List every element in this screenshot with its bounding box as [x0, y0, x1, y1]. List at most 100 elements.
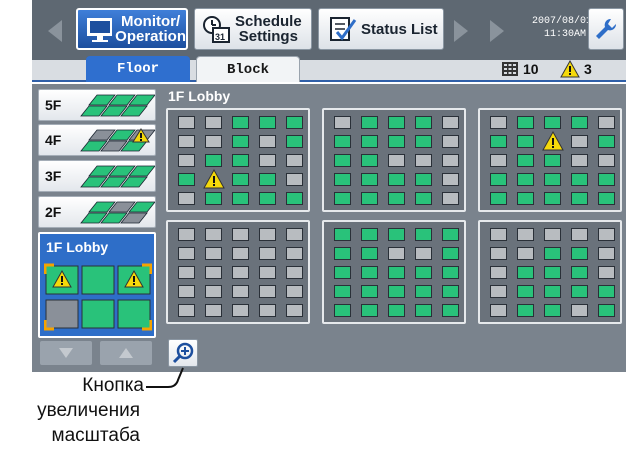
unit-on[interactable]	[598, 285, 615, 298]
unit-off[interactable]	[259, 154, 276, 167]
unit-on[interactable]	[361, 173, 378, 186]
unit-on[interactable]	[415, 285, 432, 298]
unit-on[interactable]	[517, 304, 534, 317]
unit-off[interactable]	[598, 116, 615, 129]
unit-on[interactable]	[415, 192, 432, 205]
unit-on[interactable]	[442, 228, 459, 241]
unit-off[interactable]	[232, 228, 249, 241]
unit-on[interactable]	[286, 192, 303, 205]
unit-off[interactable]	[571, 135, 588, 148]
unit-off[interactable]	[205, 116, 222, 129]
unit-on[interactable]	[415, 173, 432, 186]
unit-off[interactable]	[286, 154, 303, 167]
unit-on[interactable]	[388, 116, 405, 129]
unit-on[interactable]	[286, 116, 303, 129]
unit-on[interactable]	[571, 116, 588, 129]
unit-block-1[interactable]	[166, 108, 310, 212]
unit-on[interactable]	[415, 304, 432, 317]
unit-off[interactable]	[205, 228, 222, 241]
unit-off[interactable]	[415, 154, 432, 167]
unit-off[interactable]	[334, 116, 351, 129]
unit-on[interactable]	[598, 304, 615, 317]
nav-back-arrow-icon[interactable]	[44, 10, 66, 52]
nav-forward-end-arrow-icon[interactable]	[486, 10, 508, 52]
floor-button-4f[interactable]: 4F	[38, 124, 156, 156]
unit-off[interactable]	[178, 192, 195, 205]
unit-on[interactable]	[571, 173, 588, 186]
unit-on[interactable]	[232, 192, 249, 205]
unit-on[interactable]	[544, 116, 561, 129]
unit-on[interactable]	[598, 192, 615, 205]
unit-off[interactable]	[442, 192, 459, 205]
unit-off[interactable]	[571, 304, 588, 317]
unit-on[interactable]	[259, 192, 276, 205]
unit-on[interactable]	[544, 247, 561, 260]
unit-on[interactable]	[415, 228, 432, 241]
unit-off[interactable]	[232, 304, 249, 317]
unit-off[interactable]	[178, 135, 195, 148]
unit-off[interactable]	[490, 154, 507, 167]
unit-off[interactable]	[205, 285, 222, 298]
unit-on[interactable]	[442, 285, 459, 298]
unit-on[interactable]	[334, 135, 351, 148]
unit-off[interactable]	[259, 304, 276, 317]
unit-off[interactable]	[178, 266, 195, 279]
unit-off[interactable]	[598, 247, 615, 260]
unit-on[interactable]	[388, 135, 405, 148]
unit-off[interactable]	[442, 173, 459, 186]
unit-off[interactable]	[178, 228, 195, 241]
unit-off[interactable]	[490, 116, 507, 129]
unit-on[interactable]	[232, 173, 249, 186]
unit-on[interactable]	[490, 173, 507, 186]
unit-on[interactable]	[361, 228, 378, 241]
unit-on[interactable]	[442, 266, 459, 279]
unit-on[interactable]	[286, 135, 303, 148]
unit-on[interactable]	[415, 266, 432, 279]
floor-button-1f-lobby[interactable]: 1F Lobby	[38, 232, 156, 338]
unit-on[interactable]	[361, 304, 378, 317]
unit-off[interactable]	[442, 135, 459, 148]
unit-off[interactable]	[490, 285, 507, 298]
unit-off[interactable]	[598, 266, 615, 279]
unit-on[interactable]	[334, 304, 351, 317]
unit-on[interactable]	[490, 135, 507, 148]
unit-on[interactable]	[571, 247, 588, 260]
unit-on[interactable]	[259, 116, 276, 129]
unit-off[interactable]	[388, 247, 405, 260]
unit-off[interactable]	[178, 116, 195, 129]
unit-on[interactable]	[334, 285, 351, 298]
monitor-operation-button[interactable]: Monitor/ Operation	[76, 8, 188, 50]
unit-on[interactable]	[571, 192, 588, 205]
unit-on[interactable]	[388, 228, 405, 241]
unit-on[interactable]	[388, 192, 405, 205]
schedule-settings-button[interactable]: 31 Schedule Settings	[194, 8, 312, 50]
unit-on[interactable]	[544, 285, 561, 298]
unit-on[interactable]	[517, 285, 534, 298]
unit-on[interactable]	[598, 173, 615, 186]
unit-on[interactable]	[415, 116, 432, 129]
unit-off[interactable]	[388, 154, 405, 167]
unit-off[interactable]	[232, 266, 249, 279]
unit-off[interactable]	[205, 135, 222, 148]
unit-on[interactable]	[544, 173, 561, 186]
unit-on[interactable]	[544, 304, 561, 317]
unit-on[interactable]	[388, 304, 405, 317]
unit-on[interactable]	[517, 266, 534, 279]
unit-on[interactable]	[517, 173, 534, 186]
unit-on[interactable]	[361, 116, 378, 129]
nav-forward-arrow-icon[interactable]	[450, 10, 472, 52]
unit-off[interactable]	[490, 304, 507, 317]
unit-on[interactable]	[334, 228, 351, 241]
unit-off[interactable]	[415, 247, 432, 260]
unit-alert[interactable]	[542, 130, 564, 156]
unit-on[interactable]	[205, 192, 222, 205]
unit-on[interactable]	[571, 285, 588, 298]
unit-off[interactable]	[232, 247, 249, 260]
unit-on[interactable]	[361, 266, 378, 279]
unit-off[interactable]	[178, 285, 195, 298]
unit-on[interactable]	[334, 173, 351, 186]
unit-off[interactable]	[490, 228, 507, 241]
unit-off[interactable]	[286, 228, 303, 241]
tab-block[interactable]: Block	[196, 56, 300, 82]
unit-on[interactable]	[361, 247, 378, 260]
